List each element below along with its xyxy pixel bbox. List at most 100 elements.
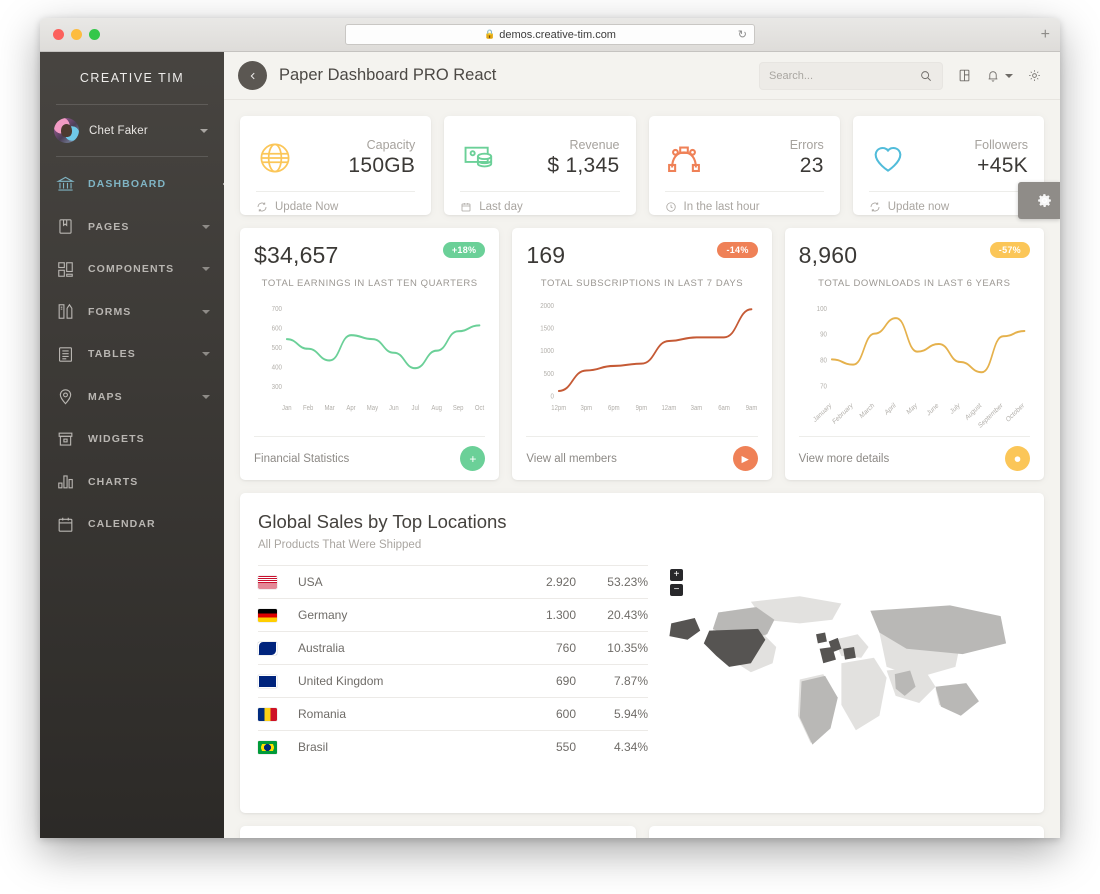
world-map[interactable]: + − [664, 565, 1026, 785]
chart-value: $34,657 [254, 242, 339, 268]
play-icon[interactable]: ► [732, 446, 758, 471]
chart-plot-earnings[interactable]: 700 600 500 400 300 Jan Feb Mar Apr May Jun Jul Aug S… [254, 293, 485, 436]
svg-text:1500: 1500 [541, 325, 555, 333]
gear-icon [1038, 194, 1052, 208]
svg-text:August: August [964, 402, 983, 422]
stat-label: Revenue [569, 137, 620, 152]
percent-cell: 53.23% [607, 575, 648, 589]
sidebar-item-label: FORMS [88, 305, 132, 318]
map-zoom-out-button[interactable]: − [670, 584, 683, 596]
sidebar-item-calendar[interactable]: CALENDAR [40, 503, 224, 546]
svg-text:2000: 2000 [541, 302, 555, 310]
stat-footer[interactable]: Last day [460, 191, 620, 221]
flag-cell [258, 566, 298, 599]
lock-icon: 🔒 [484, 29, 496, 39]
settings-panel-toggle[interactable] [1018, 182, 1060, 219]
table-row: Australia 760 10.35% [258, 631, 648, 665]
svg-text:October: October [1005, 401, 1026, 424]
url-bar[interactable]: 🔒 demos.creative-tim.com ↻ [345, 24, 755, 45]
browser-window: 🔒 demos.creative-tim.com ↻ + CREATIVE TI… [40, 18, 1060, 838]
flag-usa-icon [258, 575, 277, 589]
chart-title: TOTAL SUBSCRIPTIONS IN LAST 7 DAYS [540, 278, 744, 289]
sidebar-item-label: COMPONENTS [88, 263, 175, 276]
sidebar-item-pages[interactable]: PAGES [40, 206, 224, 249]
stat-label: Errors [789, 137, 824, 152]
chart-footer-label[interactable]: View more details [799, 453, 890, 465]
notifications-button[interactable] [986, 69, 1013, 83]
value-cell: 690 [555, 674, 576, 688]
search-box[interactable] [759, 61, 943, 90]
sidebar-item-label: TABLES [88, 348, 136, 361]
maximize-window-button[interactable] [89, 29, 100, 40]
stat-card-errors: Errors 23 In the last hour [648, 116, 840, 215]
sidebar-item-components[interactable]: COMPONENTS [40, 248, 224, 291]
chart-plot-downloads[interactable]: 100 90 80 70 January February March April May Jun… [799, 293, 1030, 436]
widget-icon [56, 430, 75, 449]
minimize-window-button[interactable] [71, 29, 82, 40]
page-viewport: CREATIVE TIM Chet Faker DASHBOARD PAGES … [40, 52, 1060, 838]
sidebar-user[interactable]: Chet Faker [40, 105, 224, 156]
grid-blocks-icon [56, 260, 75, 279]
url-text: demos.creative-tim.com [499, 28, 616, 41]
chevron-down-icon [202, 394, 210, 399]
sidebar-item-label: WIDGETS [88, 433, 145, 446]
bottom-card-right [648, 826, 1044, 838]
svg-text:700: 700 [272, 306, 282, 314]
value-cell: 760 [555, 641, 576, 655]
stat-footer-label: Update now [887, 200, 950, 213]
sidebar-item-tables[interactable]: TABLES [40, 333, 224, 376]
refresh-icon [870, 202, 880, 211]
search-input[interactable] [769, 69, 919, 82]
svg-text:500: 500 [272, 344, 282, 352]
chevron-down-icon [202, 267, 210, 272]
sidebar-item-label: PAGES [88, 220, 130, 233]
sidebar-item-maps[interactable]: MAPS [40, 376, 224, 419]
brand-title[interactable]: CREATIVE TIM [40, 52, 224, 104]
country-cell: Romania [298, 707, 347, 721]
grid-icon[interactable] [957, 68, 972, 83]
chevron-left-icon [250, 72, 255, 79]
stat-footer[interactable]: In the last hour [664, 191, 824, 221]
svg-text:February: February [831, 401, 854, 426]
svg-text:400: 400 [272, 364, 282, 372]
table-icon [56, 345, 75, 364]
stat-footer[interactable]: Update now [868, 191, 1028, 221]
new-tab-button[interactable]: + [1041, 26, 1050, 43]
svg-text:6pm: 6pm [608, 404, 620, 412]
chart-value: 169 [526, 242, 566, 268]
sales-table: USA 2.920 53.23% Germany 1.300 20.43% Australi… [258, 565, 648, 785]
sidebar-item-charts[interactable]: CHARTS [40, 461, 224, 504]
back-button[interactable] [238, 61, 267, 90]
flag-australia-icon [258, 641, 277, 655]
flag-cell [258, 665, 298, 698]
chart-card-downloads: 8,960 -57% TOTAL DOWNLOADS IN LAST 6 YEA… [784, 228, 1044, 480]
table-row: Brasil 550 4.34% [258, 730, 648, 764]
close-window-button[interactable] [53, 29, 64, 40]
value-cell: 600 [555, 707, 576, 721]
sidebar-item-dashboard[interactable]: DASHBOARD [40, 163, 224, 206]
sidebar-item-label: CHARTS [88, 475, 139, 488]
gear-icon[interactable] [1027, 68, 1042, 83]
value-cell: 1.300 [545, 608, 576, 622]
map-zoom-in-button[interactable]: + [670, 569, 683, 581]
bell-icon[interactable] [986, 69, 1000, 83]
bar-chart-icon [56, 472, 75, 491]
svg-text:Aug: Aug [431, 404, 442, 412]
chevron-down-icon [202, 224, 210, 229]
sidebar-item-label: MAPS [88, 390, 123, 403]
percent-cell: 4.34% [613, 740, 648, 754]
power-icon[interactable]: ⏺ [1004, 446, 1030, 471]
plus-icon[interactable]: + [460, 446, 486, 471]
chart-cards-row: $34,657 +18% TOTAL EARNINGS IN LAST TEN … [240, 228, 1044, 480]
sidebar-item-forms[interactable]: FORMS [40, 291, 224, 334]
reload-icon[interactable]: ↻ [738, 28, 747, 41]
search-icon[interactable] [919, 69, 933, 83]
chart-plot-subscriptions[interactable]: 2000 1500 1000 500 0 12pm 3pm 6pm 9pm 12am 3am 6am 9… [526, 293, 758, 436]
chart-footer-label[interactable]: Financial Statistics [254, 453, 349, 465]
table-row: United Kingdom 690 7.87% [258, 664, 648, 698]
svg-text:600: 600 [272, 325, 282, 333]
chart-footer-label[interactable]: View all members [526, 453, 617, 465]
stat-footer[interactable]: Update Now [256, 191, 416, 221]
table-row: Germany 1.300 20.43% [258, 598, 648, 632]
sidebar-item-widgets[interactable]: WIDGETS [40, 418, 224, 461]
